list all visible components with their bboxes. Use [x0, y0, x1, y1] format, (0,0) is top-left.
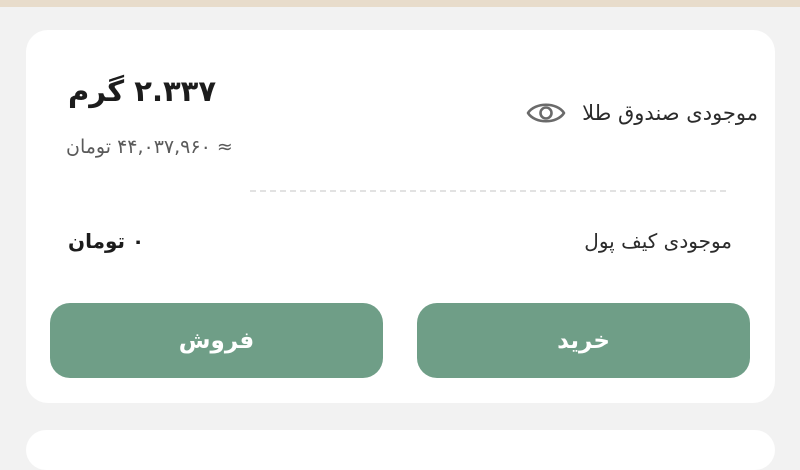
sell-button[interactable]: فروش: [50, 303, 383, 378]
wallet-balance-label: موجودی کیف پول: [584, 229, 732, 253]
gold-fund-label: موجودی صندوق طلا: [582, 101, 758, 125]
gold-fund-header: موجودی صندوق طلا: [526, 98, 758, 128]
gold-value-toman: ≈ ۴۴,۰۳۷,۹۶۰ تومان: [66, 136, 233, 158]
next-card: [26, 430, 775, 470]
toggle-visibility-button[interactable]: [526, 98, 566, 128]
top-strip: [0, 0, 800, 7]
divider: [250, 190, 726, 192]
gold-amount: ۲.۳۳۷ گرم: [68, 74, 217, 108]
wallet-balance-value: ۰ تومان: [68, 229, 145, 253]
eye-icon[interactable]: [526, 98, 566, 128]
buy-button[interactable]: خرید: [417, 303, 750, 378]
